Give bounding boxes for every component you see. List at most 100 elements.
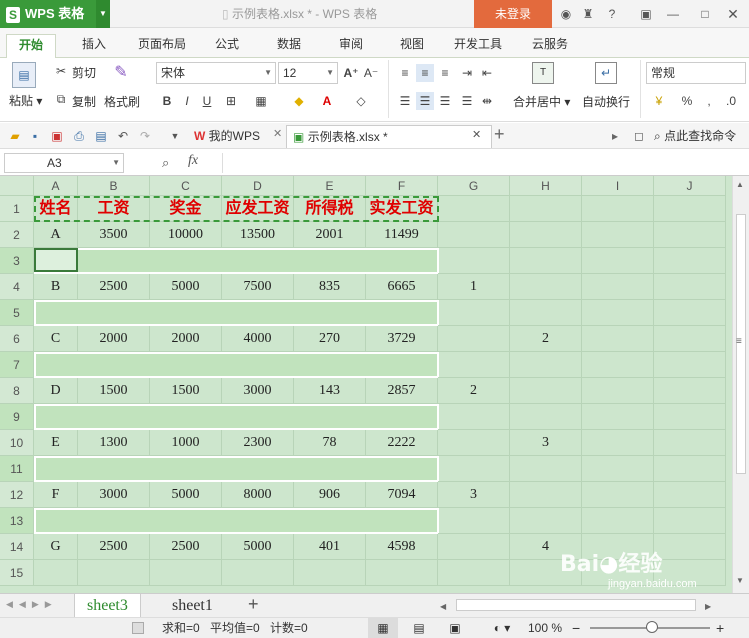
cell-F6[interactable]: 3729 xyxy=(366,326,438,352)
cell-J4[interactable] xyxy=(654,274,726,300)
cell-E12[interactable]: 906 xyxy=(294,482,366,508)
cell-I3[interactable] xyxy=(582,248,654,274)
row-header[interactable]: 5 xyxy=(0,300,34,326)
cell-E13[interactable] xyxy=(294,508,366,534)
maximize-icon[interactable]: □ xyxy=(697,6,713,22)
cell-I9[interactable] xyxy=(582,404,654,430)
sheet-tab-sheet1[interactable]: sheet1 xyxy=(160,594,225,618)
cell-C11[interactable] xyxy=(150,456,222,482)
cell-E2[interactable]: 2001 xyxy=(294,222,366,248)
select-all-corner[interactable] xyxy=(0,176,34,196)
tab-cloud[interactable]: 云服务 xyxy=(520,34,580,58)
number-format-select[interactable]: 常规 xyxy=(646,62,746,84)
cell-I1[interactable] xyxy=(582,196,654,222)
cell-G5[interactable] xyxy=(438,300,510,326)
cell-F15[interactable] xyxy=(366,560,438,586)
cell-H12[interactable] xyxy=(510,482,582,508)
justify-icon[interactable]: ☰ xyxy=(458,92,476,110)
vertical-scrollbar[interactable]: ▲ ≡ ▼ xyxy=(732,176,749,593)
cell-I12[interactable] xyxy=(582,482,654,508)
cell-A4[interactable]: B xyxy=(34,274,78,300)
merge-center-button[interactable]: 合并居中 ▾ xyxy=(513,93,570,110)
cell-F3[interactable] xyxy=(366,248,438,274)
cell-D10[interactable]: 2300 xyxy=(222,430,294,456)
close-tab-icon[interactable]: ✕ xyxy=(472,128,481,141)
cell-F8[interactable]: 2857 xyxy=(366,378,438,404)
cell-B12[interactable]: 3000 xyxy=(78,482,150,508)
cell-C14[interactable]: 2500 xyxy=(150,534,222,560)
cell-J7[interactable] xyxy=(654,352,726,378)
column-header-G[interactable]: G xyxy=(438,176,510,196)
add-sheet-icon[interactable]: + xyxy=(248,594,259,615)
cell-H7[interactable] xyxy=(510,352,582,378)
cell-A8[interactable]: D xyxy=(34,378,78,404)
cell-C12[interactable]: 5000 xyxy=(150,482,222,508)
decimal-icon[interactable]: .0 xyxy=(722,92,740,110)
cell-A7[interactable] xyxy=(34,352,78,378)
cell-I8[interactable] xyxy=(582,378,654,404)
normal-view-icon[interactable]: ▦ xyxy=(368,618,398,638)
increase-font-icon[interactable]: A⁺ xyxy=(342,64,360,82)
copy-button[interactable]: 复制 xyxy=(72,93,96,110)
cell-style-icon[interactable]: ▦ xyxy=(252,92,270,110)
cell-B7[interactable] xyxy=(78,352,150,378)
row-header[interactable]: 2 xyxy=(0,222,34,248)
cell-F4[interactable]: 6665 xyxy=(366,274,438,300)
scroll-down-icon[interactable]: ▼ xyxy=(736,576,744,585)
cell-F1[interactable]: 实发工资 xyxy=(366,196,438,222)
cell-F12[interactable]: 7094 xyxy=(366,482,438,508)
arrow-icon[interactable]: ▸ xyxy=(606,127,624,145)
cell-A3[interactable] xyxy=(34,248,78,274)
decrease-font-icon[interactable]: A⁻ xyxy=(362,64,380,82)
cell-H3[interactable] xyxy=(510,248,582,274)
save-icon[interactable]: ▪ xyxy=(26,127,44,145)
customize-dropdown-icon[interactable]: ▼ xyxy=(166,127,184,145)
cell-A13[interactable] xyxy=(34,508,78,534)
cell-C9[interactable] xyxy=(150,404,222,430)
cell-F7[interactable] xyxy=(366,352,438,378)
currency-icon[interactable]: ¥ xyxy=(650,92,668,110)
cell-C3[interactable] xyxy=(150,248,222,274)
hscroll-right-icon[interactable]: ▶ xyxy=(705,602,711,611)
cell-J2[interactable] xyxy=(654,222,726,248)
outdent-icon[interactable]: ⇤ xyxy=(478,64,496,82)
cell-F9[interactable] xyxy=(366,404,438,430)
cell-D2[interactable]: 13500 xyxy=(222,222,294,248)
cell-D7[interactable] xyxy=(222,352,294,378)
cell-G4[interactable]: 1 xyxy=(438,274,510,300)
indent-icon[interactable]: ⇥ xyxy=(458,64,476,82)
cell-D11[interactable] xyxy=(222,456,294,482)
cell-A5[interactable] xyxy=(34,300,78,326)
cell-B6[interactable]: 2000 xyxy=(78,326,150,352)
cell-D15[interactable] xyxy=(222,560,294,586)
cell-F13[interactable] xyxy=(366,508,438,534)
align-center-icon[interactable]: ☰ xyxy=(416,92,434,110)
row-header[interactable]: 3 xyxy=(0,248,34,274)
cell-B1[interactable]: 工资 xyxy=(78,196,150,222)
cell-G6[interactable] xyxy=(438,326,510,352)
cut-button[interactable]: 剪切 xyxy=(72,64,96,81)
redo-icon[interactable]: ↷ xyxy=(136,127,154,145)
help-icon[interactable]: ? xyxy=(604,6,620,22)
paste-icon[interactable]: ▤ xyxy=(12,62,36,88)
tab-formulas[interactable]: 公式 xyxy=(205,34,249,58)
cell-J13[interactable] xyxy=(654,508,726,534)
column-header-F[interactable]: F xyxy=(366,176,438,196)
cell-I13[interactable] xyxy=(582,508,654,534)
zoom-out-icon[interactable]: − xyxy=(572,618,580,638)
row-header[interactable]: 6 xyxy=(0,326,34,352)
cell-C13[interactable] xyxy=(150,508,222,534)
cell-B2[interactable]: 3500 xyxy=(78,222,150,248)
print-preview-icon[interactable]: ▤ xyxy=(92,127,110,145)
export-pdf-icon[interactable]: ▣ xyxy=(48,127,66,145)
cell-E14[interactable]: 401 xyxy=(294,534,366,560)
cell-G15[interactable] xyxy=(438,560,510,586)
cell-E11[interactable] xyxy=(294,456,366,482)
cell-C6[interactable]: 2000 xyxy=(150,326,222,352)
cell-A1[interactable]: 姓名 xyxy=(34,196,78,222)
reading-view-icon[interactable]: ▣ xyxy=(440,618,470,638)
underline-icon[interactable]: U xyxy=(198,92,216,110)
cell-C5[interactable] xyxy=(150,300,222,326)
chevron-down-icon[interactable]: ▼ xyxy=(96,0,110,28)
align-top-icon[interactable]: ≡ xyxy=(396,64,414,82)
